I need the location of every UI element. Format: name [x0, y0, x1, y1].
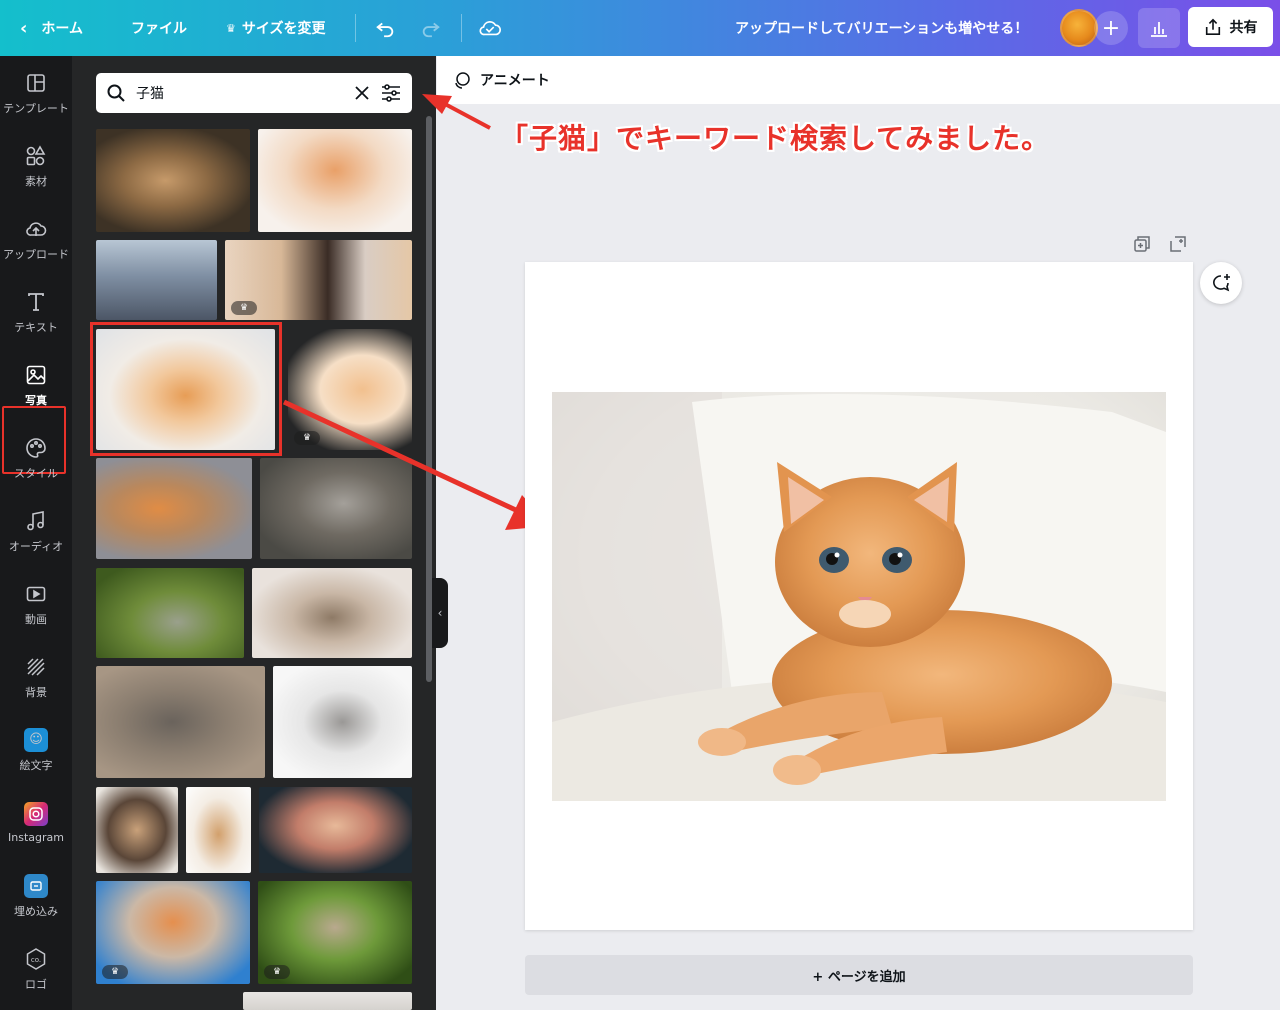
add-page-icon[interactable] [1169, 235, 1187, 253]
add-page-label: + ページを追加 [812, 969, 906, 985]
annotation-callout: 「子猫」でキーワード検索してみました。 [500, 122, 1051, 155]
add-comment-button[interactable] [1200, 262, 1242, 304]
arrow-line [282, 399, 522, 515]
duplicate-page-icon[interactable] [1133, 235, 1151, 253]
arrow-line [444, 102, 491, 130]
kitten-photo [552, 392, 1166, 801]
add-page-button[interactable]: + ページを追加 [525, 955, 1193, 995]
arrowhead [422, 94, 452, 114]
page-tools [1133, 235, 1187, 253]
comment-plus-icon [1213, 274, 1230, 292]
placed-photo[interactable] [552, 392, 1166, 801]
